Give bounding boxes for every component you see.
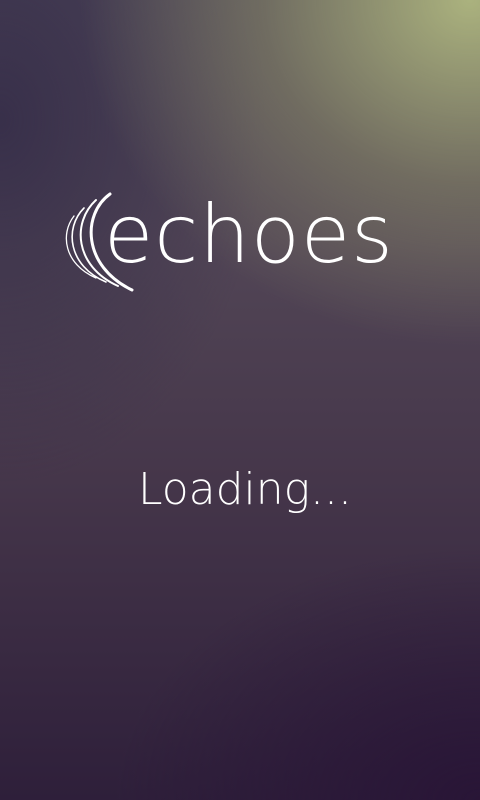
splash-screen: echoes Loading... [0,0,480,800]
loading-label: Loading... [137,464,353,515]
app-logo: echoes [60,180,405,295]
app-name: echoes [104,188,394,281]
